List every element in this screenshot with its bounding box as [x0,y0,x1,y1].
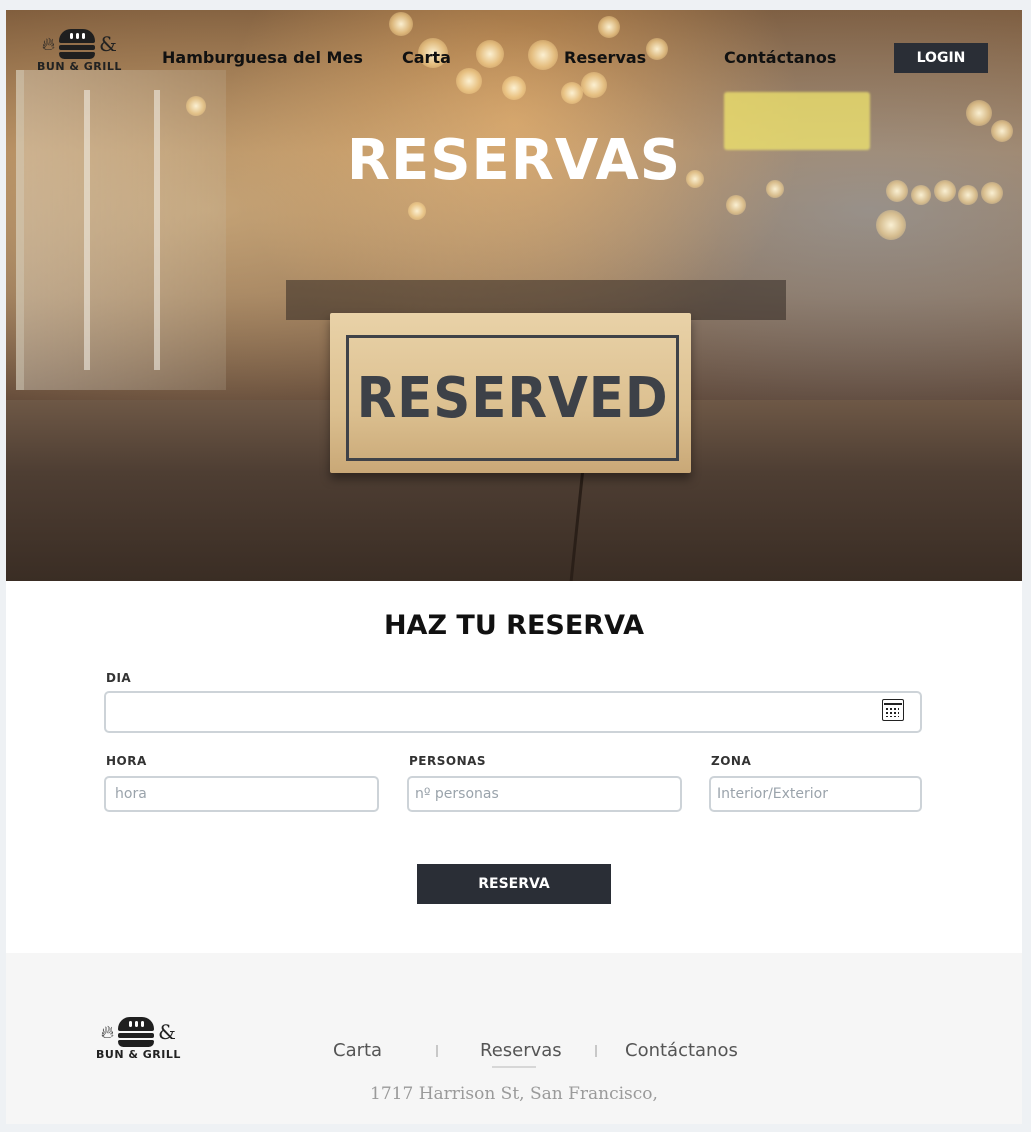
hero-background-fridge [16,70,226,390]
hero-title: RESERVAS [346,128,682,193]
logo-mark: 🔥︎ & [42,29,117,59]
dia-label: DIA [106,671,132,685]
footer-logo-text: BUN & GRILL [96,1048,181,1061]
logo-text: BUN & GRILL [37,60,122,73]
footer: 🔥︎ & BUN & GRILL Carta Reservas Contácta… [6,953,1022,1124]
reserved-sign-frame: RESERVED [346,335,679,461]
reserved-sign-block: RESERVED [330,313,691,473]
footer-link-reservas[interactable]: Reservas [480,1040,562,1061]
logo-ampersand: & [99,32,117,56]
zona-label: ZONA [711,754,752,768]
page: RESERVED RESERVAS 🔥︎ & BUN & GRILL Hambu… [6,10,1022,1124]
burger-logo-icon [118,1017,155,1047]
footer-separator [436,1045,438,1057]
reserva-submit-button[interactable]: RESERVA [417,864,611,904]
nav-item-carta[interactable]: Carta [402,48,451,67]
reserved-sign-text: RESERVED [356,365,669,431]
hero-banner: RESERVED RESERVAS 🔥︎ & BUN & GRILL Hambu… [6,10,1022,581]
brand-logo[interactable]: 🔥︎ & BUN & GRILL [37,29,122,73]
personas-label: PERSONAS [409,754,487,768]
calendar-icon[interactable] [882,699,904,721]
footer-link-carta[interactable]: Carta [333,1040,382,1061]
nav-item-reservas[interactable]: Reservas [564,48,646,67]
zona-input[interactable] [709,776,922,812]
footer-address: 1717 Harrison St, San Francisco, [370,1084,658,1104]
hora-label: HORA [106,754,147,768]
burger-logo-icon [59,29,96,59]
flame-icon: 🔥︎ [100,1021,115,1043]
footer-link-contactanos[interactable]: Contáctanos [625,1040,738,1061]
footer-brand-logo[interactable]: 🔥︎ & BUN & GRILL [96,1017,181,1061]
nav-item-contactanos[interactable]: Contáctanos [724,48,836,67]
footer-logo-mark: 🔥︎ & [101,1017,176,1047]
reservation-form-title: HAZ TU RESERVA [383,610,645,641]
footer-active-underline [492,1066,536,1068]
logo-ampersand: & [158,1020,176,1044]
nav-item-hamburguesa-del-mes[interactable]: Hamburguesa del Mes [162,48,363,67]
footer-separator [595,1045,597,1057]
login-button[interactable]: LOGIN [894,43,988,73]
hora-input[interactable] [104,776,379,812]
personas-input[interactable] [407,776,682,812]
flame-icon: 🔥︎ [41,33,56,55]
dia-date-input[interactable] [104,691,922,733]
